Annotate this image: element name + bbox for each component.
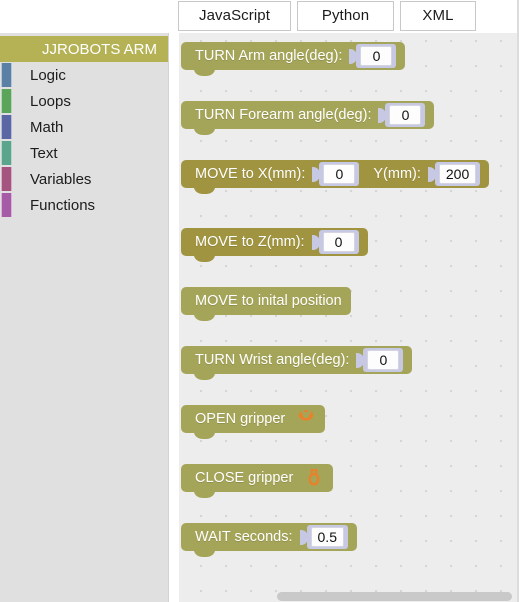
sidebar-item-label: Loops <box>30 92 71 110</box>
field-group: 0 <box>356 348 404 372</box>
toolbox-panel: blocks JJROBOTS ARM Logic Loops Math Tex… <box>0 0 169 602</box>
code-output-tabbar: JavaScript Python XML <box>0 0 519 33</box>
gripper-closed-icon <box>308 469 320 486</box>
field-group: 0 <box>349 44 397 68</box>
tab-python[interactable]: Python <box>297 1 394 31</box>
sidebar-item-label: JJROBOTS ARM <box>42 40 158 58</box>
block-label-secondary: Y(mm): <box>373 165 421 182</box>
sidebar-item-text[interactable]: Text <box>0 140 168 166</box>
sidebar-item-functions[interactable]: Functions <box>0 192 168 218</box>
sidebar-item-variables[interactable]: Variables <box>0 166 168 192</box>
sidebar-item-label: Logic <box>30 66 66 84</box>
block-label: MOVE to Z(mm): <box>195 233 305 250</box>
number-field-value[interactable]: 200 <box>438 164 477 184</box>
block-label: MOVE to inital position <box>195 292 342 309</box>
field-group: 0 <box>378 103 426 127</box>
block-label: TURN Arm angle(deg): <box>195 47 343 64</box>
sidebar-item-label: Math <box>30 118 64 136</box>
field-group-y: 200 <box>427 162 481 186</box>
category-color-swatch <box>1 167 12 191</box>
block-close-gripper[interactable]: CLOSE gripper <box>181 464 334 498</box>
number-field[interactable]: 0 <box>363 348 404 372</box>
block-open-gripper[interactable]: OPEN gripper <box>181 405 326 439</box>
category-color-swatch <box>1 141 12 165</box>
number-field[interactable]: 0 <box>385 103 426 127</box>
number-field[interactable]: 0.5 <box>306 525 348 549</box>
flyout-left-margin <box>169 33 179 602</box>
category-color-swatch <box>1 63 12 87</box>
block-label: WAIT seconds: <box>195 528 293 545</box>
block-move-to-z[interactable]: MOVE to Z(mm): 0 <box>181 228 368 262</box>
block-move-to-initial-position[interactable]: MOVE to inital position <box>181 287 351 321</box>
value-plug-icon <box>311 234 320 250</box>
number-field-value[interactable]: 0 <box>360 46 393 66</box>
blockly-editor-window: JavaScript Python XML blocks JJROBOTS AR… <box>0 0 519 602</box>
category-color-swatch <box>1 193 12 217</box>
sidebar-item-loops[interactable]: Loops <box>0 88 168 114</box>
tab-javascript[interactable]: JavaScript <box>178 1 291 31</box>
sidebar-item-label: Functions <box>30 196 96 214</box>
number-field-x[interactable]: 0 <box>319 162 360 186</box>
number-field-value[interactable]: 0 <box>367 350 400 370</box>
sidebar-item-label: Variables <box>30 170 92 188</box>
blockly-workspace[interactable]: TURN Arm angle(deg): 0 TURN Forearm angl… <box>169 33 519 602</box>
block-turn-forearm-angle[interactable]: TURN Forearm angle(deg): 0 <box>181 101 435 135</box>
block-label: TURN Forearm angle(deg): <box>195 106 372 123</box>
number-field-value[interactable]: 0 <box>323 164 356 184</box>
block-label: TURN Wrist angle(deg): <box>195 351 350 368</box>
number-field-value[interactable]: 0 <box>389 105 422 125</box>
category-color-swatch <box>1 89 12 113</box>
sidebar-item-label: Text <box>30 144 58 162</box>
sidebar-item-math[interactable]: Math <box>0 114 168 140</box>
horizontal-scrollbar-thumb[interactable] <box>277 592 512 601</box>
field-group: 0.5 <box>299 525 348 549</box>
toolbox-category-list: JJROBOTS ARM Logic Loops Math Text Varia <box>0 36 168 218</box>
gripper-open-icon <box>298 410 314 421</box>
horizontal-scrollbar-track[interactable] <box>169 590 519 602</box>
field-group: 0 <box>311 230 359 254</box>
tab-xml[interactable]: XML <box>400 1 476 31</box>
number-field-y[interactable]: 200 <box>434 162 481 186</box>
category-color-swatch <box>1 115 12 139</box>
block-move-to-xy[interactable]: MOVE to X(mm): 0 Y(mm): 200 <box>181 160 490 194</box>
number-field[interactable]: 0 <box>318 230 359 254</box>
sidebar-item-logic[interactable]: Logic <box>0 62 168 88</box>
block-wait-seconds[interactable]: WAIT seconds: 0.5 <box>181 523 357 557</box>
block-turn-wrist-angle[interactable]: TURN Wrist angle(deg): 0 <box>181 346 413 380</box>
block-turn-arm-angle[interactable]: TURN Arm angle(deg): 0 <box>181 42 406 76</box>
value-plug-icon <box>299 529 308 545</box>
block-label: OPEN gripper <box>195 410 286 427</box>
number-field-value[interactable]: 0 <box>322 232 355 252</box>
number-field[interactable]: 0 <box>356 44 397 68</box>
field-group-x: 0 <box>312 162 360 186</box>
sidebar-item-jjrobots-arm[interactable]: JJROBOTS ARM <box>0 36 168 62</box>
block-label: CLOSE gripper <box>195 469 294 486</box>
block-label: MOVE to X(mm): <box>195 165 306 182</box>
number-field-value[interactable]: 0.5 <box>310 527 344 547</box>
